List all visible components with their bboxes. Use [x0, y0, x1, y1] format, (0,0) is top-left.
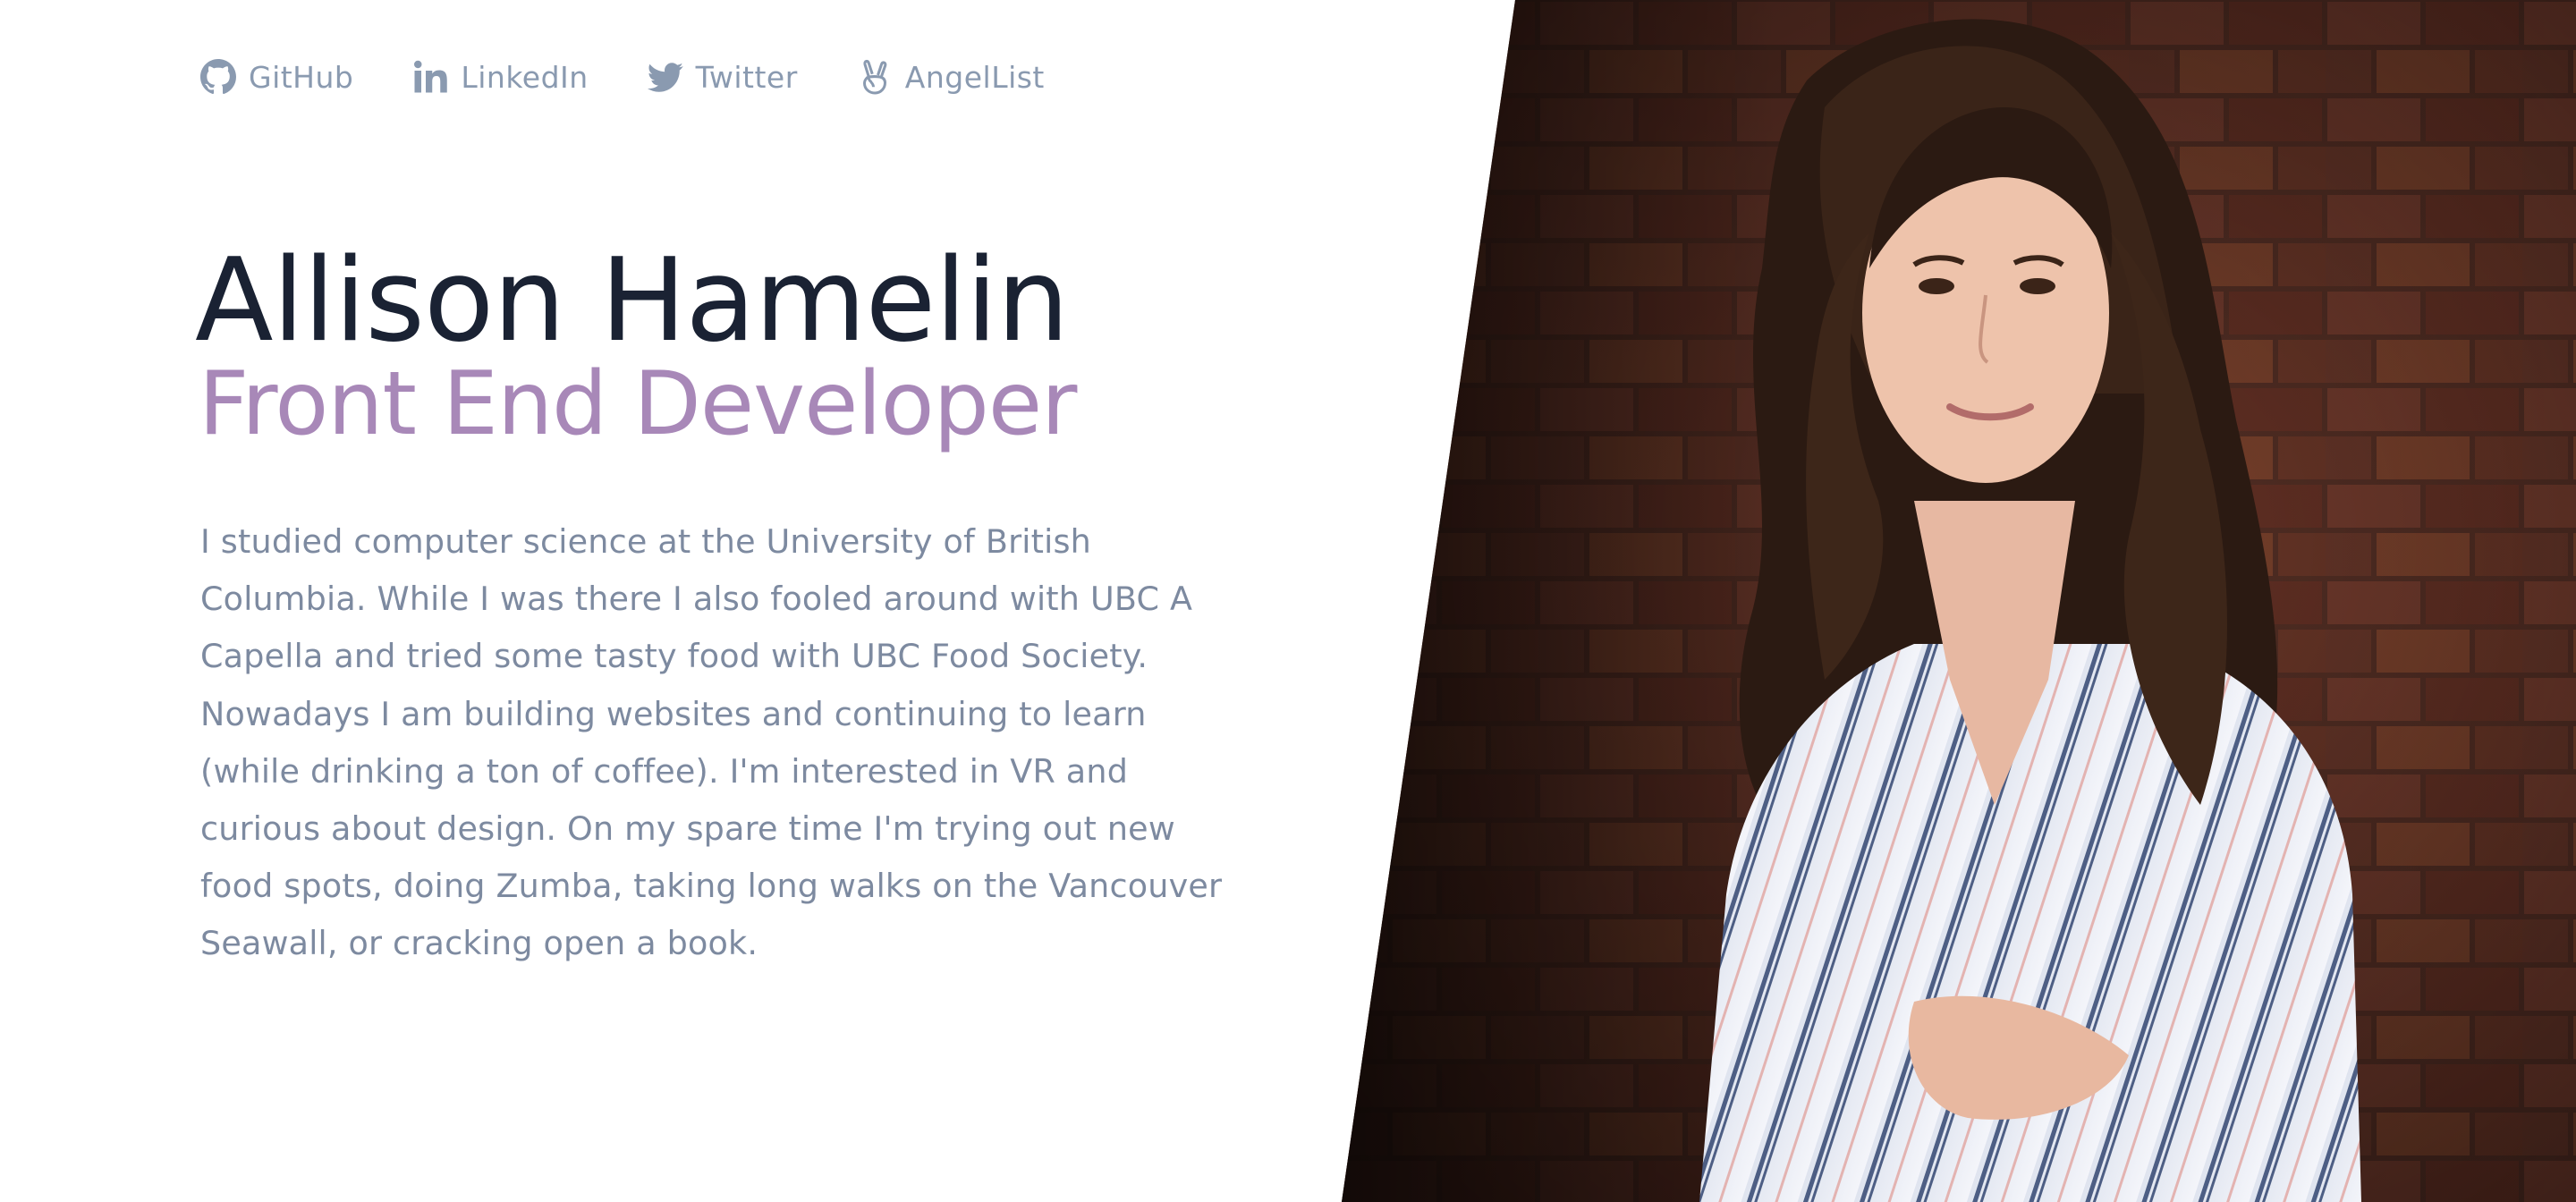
hero-role: Front End Developer [199, 353, 1077, 455]
social-link-label: LinkedIn [461, 59, 589, 95]
social-link-label: AngelList [904, 59, 1045, 95]
social-link-label: Twitter [695, 59, 798, 95]
hero-bio: I studied computer science at the Univer… [200, 522, 1223, 963]
social-link-linkedin[interactable]: LinkedIn [412, 59, 588, 95]
angellist-icon [857, 59, 893, 95]
github-icon [200, 59, 236, 95]
hero-name: Allison Hamelin [195, 234, 1069, 368]
social-nav: GitHub LinkedIn Twitter AngelList [200, 59, 1045, 95]
linkedin-icon [412, 59, 448, 95]
twitter-icon [647, 59, 683, 95]
social-link-angellist[interactable]: AngelList [857, 59, 1045, 95]
social-link-twitter[interactable]: Twitter [647, 59, 798, 95]
social-link-label: GitHub [249, 59, 354, 95]
social-link-github[interactable]: GitHub [200, 59, 353, 95]
portrait-photo [1342, 0, 2576, 1202]
portfolio-page: GitHub LinkedIn Twitter AngelList Alliso… [0, 0, 2576, 1202]
